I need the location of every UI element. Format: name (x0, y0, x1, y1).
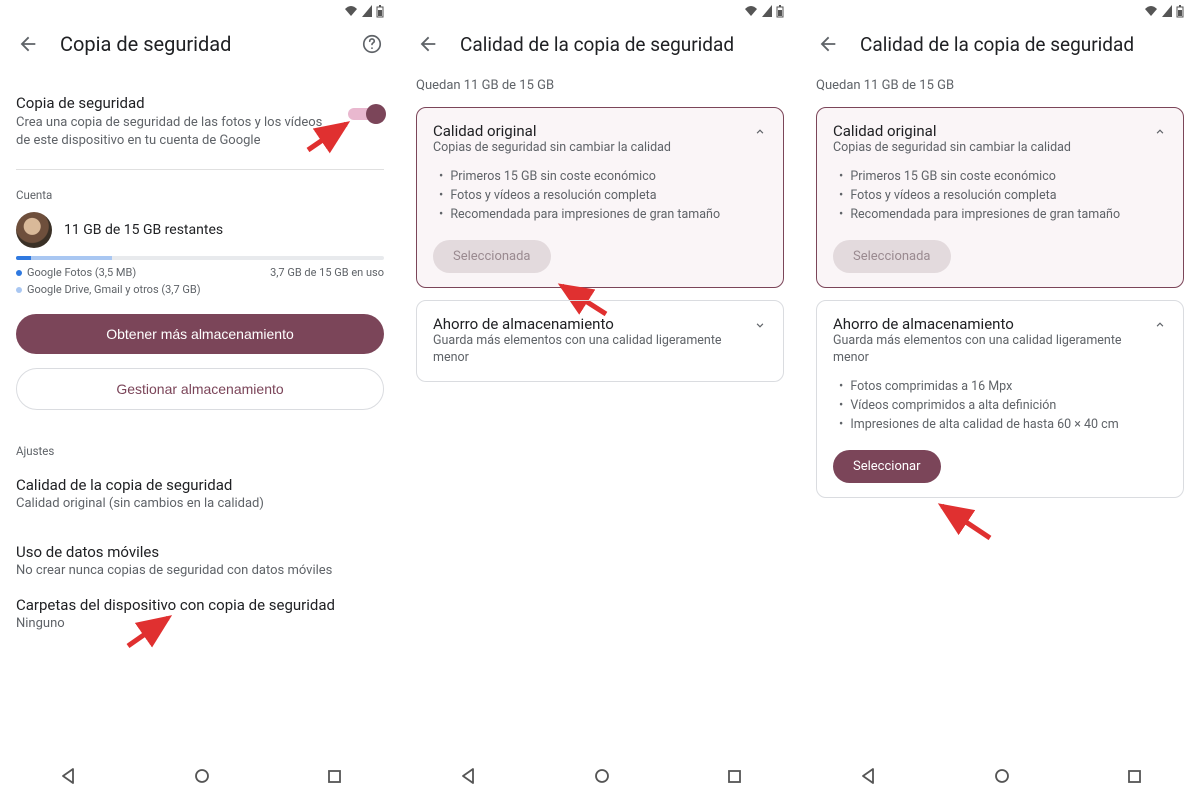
app-bar: Copia de seguridad (16, 18, 384, 70)
legend-usage: 3,7 GB de 15 GB en uso (270, 266, 384, 300)
manage-storage-button[interactable]: Gestionar almacenamiento (16, 368, 384, 410)
card-bullets: Primeros 15 GB sin coste económico Fotos… (433, 169, 767, 222)
account-label: Cuenta (16, 188, 384, 202)
bullet: Recomendada para impresiones de gran tam… (839, 207, 1167, 222)
app-bar: Calidad de la copia de seguridad (816, 18, 1184, 70)
setting-title: Uso de datos móviles (16, 543, 384, 561)
storage-quota: Quedan 11 GB de 15 GB (416, 78, 784, 93)
storage-quota: Quedan 11 GB de 15 GB (816, 78, 1184, 93)
nav-recent-icon[interactable] (327, 769, 342, 784)
nav-home-icon[interactable] (194, 768, 210, 784)
card-title: Ahorro de almacenamiento (833, 315, 1145, 333)
storage-bar (16, 256, 384, 260)
bullet: Fotos y vídeos a resolución completa (839, 188, 1167, 203)
card-storage-saver[interactable]: Ahorro de almacenamiento Guarda más elem… (816, 300, 1184, 498)
wifi-icon (344, 5, 358, 17)
panel-quality-expanded: Calidad de la copia de seguridad Quedan … (800, 0, 1200, 800)
setting-device-folders[interactable]: Carpetas del dispositivo con copia de se… (16, 596, 384, 631)
bullet: Vídeos comprimidos a alta definición (839, 398, 1167, 413)
setting-subtitle: No crear nunca copias de seguridad con d… (16, 563, 384, 578)
status-bar (16, 0, 384, 18)
card-storage-saver[interactable]: Ahorro de almacenamiento Guarda más elem… (416, 300, 784, 382)
nav-back-icon[interactable] (459, 767, 477, 785)
chevron-up-icon (1153, 124, 1167, 143)
storage-remaining: 11 GB de 15 GB restantes (64, 222, 223, 238)
nav-recent-icon[interactable] (1127, 769, 1142, 784)
storage-legend: Google Fotos (3,5 MB) Google Drive, Gmai… (16, 266, 384, 300)
divider (16, 169, 384, 170)
backup-title: Copia de seguridad (16, 94, 336, 112)
panel-backup-settings: Copia de seguridad Copia de seguridad Cr… (0, 0, 400, 800)
signal-icon (762, 5, 772, 17)
help-icon[interactable] (360, 32, 384, 56)
setting-title: Carpetas del dispositivo con copia de se… (16, 596, 384, 614)
card-subtitle: Guarda más elementos con una calidad lig… (433, 333, 745, 367)
nav-back-icon[interactable] (59, 767, 77, 785)
wifi-icon (1144, 5, 1158, 17)
bullet: Impresiones de alta calidad de hasta 60 … (839, 417, 1167, 432)
setting-mobile-data[interactable]: Uso de datos móviles No crear nunca copi… (16, 543, 384, 578)
card-bullets: Primeros 15 GB sin coste económico Fotos… (833, 169, 1167, 222)
storage-bar-photos (16, 256, 31, 260)
page-title: Calidad de la copia de seguridad (860, 33, 1184, 56)
card-title: Calidad original (833, 122, 1145, 140)
chevron-up-icon (753, 124, 767, 143)
app-bar: Calidad de la copia de seguridad (416, 18, 784, 70)
selected-pill: Seleccionada (833, 240, 951, 273)
card-title: Calidad original (433, 122, 745, 140)
bullet: Primeros 15 GB sin coste económico (439, 169, 767, 184)
setting-subtitle: Ninguno (16, 616, 384, 631)
setting-backup-quality[interactable]: Calidad de la copia de seguridad Calidad… (16, 476, 384, 511)
battery-icon (1176, 5, 1184, 18)
annotation-arrow (928, 502, 1008, 546)
page-title: Calidad de la copia de seguridad (460, 33, 784, 56)
back-icon[interactable] (416, 32, 440, 56)
chevron-up-icon (1153, 317, 1167, 336)
nav-bar (800, 756, 1200, 796)
avatar (16, 212, 52, 248)
storage-bar-other (31, 256, 112, 260)
battery-icon (376, 5, 384, 18)
selected-pill: Seleccionada (433, 240, 551, 273)
annotation-arrow (120, 614, 190, 654)
backup-subtitle: Crea una copia de seguridad de las fotos… (16, 114, 336, 149)
nav-bar (400, 756, 800, 796)
bullet: Fotos comprimidas a 16 Mpx (839, 379, 1167, 394)
status-bar (416, 0, 784, 18)
back-icon[interactable] (16, 32, 40, 56)
battery-icon (776, 5, 784, 18)
account-row[interactable]: 11 GB de 15 GB restantes (16, 212, 384, 248)
page-title: Copia de seguridad (60, 32, 340, 56)
back-icon[interactable] (816, 32, 840, 56)
status-bar (816, 0, 1184, 18)
legend-drive: Google Drive, Gmail y otros (3,7 GB) (27, 283, 201, 296)
card-subtitle: Copias de seguridad sin cambiar la calid… (833, 140, 1145, 157)
bullet: Fotos y vídeos a resolución completa (439, 188, 767, 203)
legend-photos: Google Fotos (3,5 MB) (27, 266, 136, 279)
card-title: Ahorro de almacenamiento (433, 315, 745, 333)
card-subtitle: Copias de seguridad sin cambiar la calid… (433, 140, 745, 157)
nav-home-icon[interactable] (594, 768, 610, 784)
settings-label: Ajustes (16, 444, 384, 458)
nav-bar (0, 756, 400, 796)
setting-title: Calidad de la copia de seguridad (16, 476, 384, 494)
chevron-down-icon (753, 317, 767, 336)
annotation-arrow (300, 118, 370, 158)
select-button[interactable]: Seleccionar (833, 450, 941, 483)
wifi-icon (744, 5, 758, 17)
card-subtitle: Guarda más elementos con una calidad lig… (833, 333, 1145, 367)
signal-icon (362, 5, 372, 17)
panel-quality-collapsed: Calidad de la copia de seguridad Quedan … (400, 0, 800, 800)
card-original-quality[interactable]: Calidad original Copias de seguridad sin… (416, 107, 784, 288)
bullet: Primeros 15 GB sin coste económico (839, 169, 1167, 184)
nav-home-icon[interactable] (994, 768, 1010, 784)
get-more-storage-button[interactable]: Obtener más almacenamiento (16, 314, 384, 354)
nav-back-icon[interactable] (859, 767, 877, 785)
bullet: Recomendada para impresiones de gran tam… (439, 207, 767, 222)
card-bullets: Fotos comprimidas a 16 Mpx Vídeos compri… (833, 379, 1167, 432)
setting-subtitle: Calidad original (sin cambios en la cali… (16, 496, 384, 511)
card-original-quality[interactable]: Calidad original Copias de seguridad sin… (816, 107, 1184, 288)
nav-recent-icon[interactable] (727, 769, 742, 784)
signal-icon (1162, 5, 1172, 17)
